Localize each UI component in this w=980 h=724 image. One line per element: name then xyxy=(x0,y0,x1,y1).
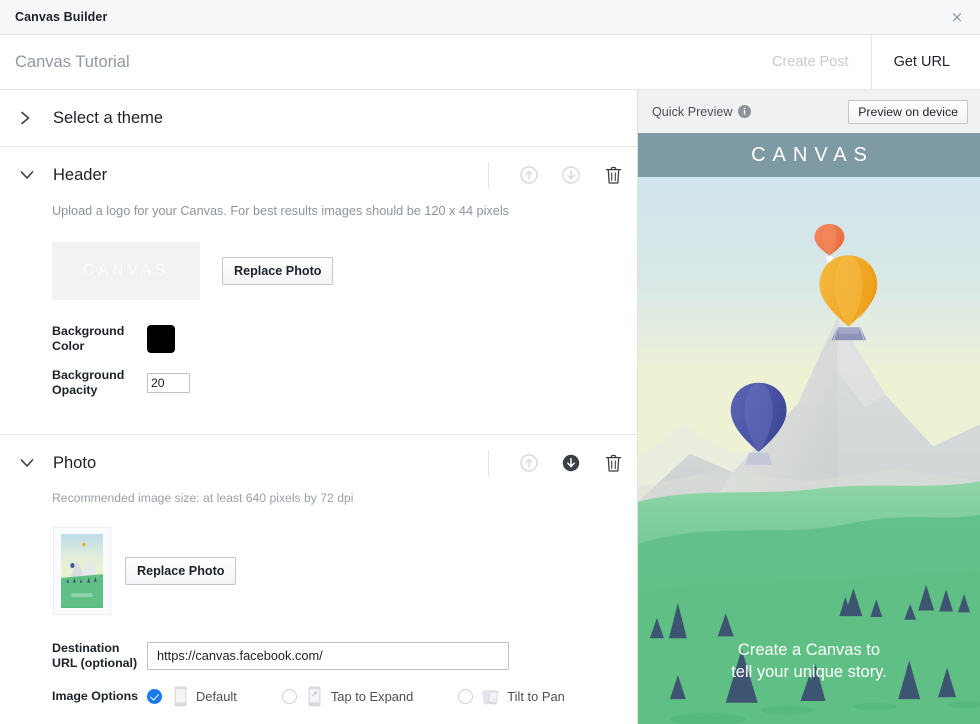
create-post-button[interactable]: Create Post xyxy=(750,35,871,89)
header-hint-text: Upload a logo for your Canvas. For best … xyxy=(52,204,509,218)
quick-preview-title: Quick Preview xyxy=(652,104,733,119)
radio-tilt-to-pan[interactable] xyxy=(458,688,474,704)
background-opacity-input[interactable] xyxy=(147,372,190,393)
destination-url-input[interactable] xyxy=(147,641,509,670)
quick-preview-header: Quick Preview Preview on device xyxy=(638,90,980,133)
logo-upload-row: CANVAS Replace Photo xyxy=(52,241,617,300)
section-title-photo: Photo xyxy=(53,453,97,472)
section-header-header[interactable]: Header xyxy=(0,147,637,203)
section-tools-header xyxy=(488,162,623,188)
document-title: Canvas Tutorial xyxy=(15,52,130,71)
image-option-default[interactable]: Default xyxy=(147,685,237,707)
canvas-preview: CANVAS Create a Canvas to tell your uniq… xyxy=(638,133,980,724)
background-color-row: Background Color xyxy=(52,324,617,354)
builder-left-pane: Select a theme Header Upload a logo for … xyxy=(0,90,637,724)
canvas-scene-illustration xyxy=(638,177,980,724)
image-option-tap-to-expand[interactable]: Tap to Expand xyxy=(281,685,414,707)
chevron-down-icon[interactable] xyxy=(20,457,42,469)
background-opacity-row: Background Opacity xyxy=(52,368,617,398)
image-options-row: Image Options Default Tap to Expand Tilt… xyxy=(52,685,617,707)
section-header-photo[interactable]: Photo xyxy=(0,435,637,491)
background-opacity-label: Background Opacity xyxy=(52,367,125,397)
window-titlebar: Canvas Builder × xyxy=(0,0,980,35)
builder-body: Select a theme Header Upload a logo for … xyxy=(0,90,980,724)
move-up-icon[interactable] xyxy=(519,453,539,473)
section-header: Header Upload a logo for your Canvas. Fo… xyxy=(0,147,637,435)
image-option-label-default: Default xyxy=(196,688,237,704)
section-tools-photo xyxy=(488,450,623,476)
logo-placeholder-text: CANVAS xyxy=(82,261,170,279)
photo-thumbnail[interactable] xyxy=(53,526,111,615)
background-color-swatch[interactable] xyxy=(147,324,175,353)
window-title: Canvas Builder xyxy=(15,10,108,24)
phone-expand-icon xyxy=(306,685,324,707)
image-options-label: Image Options xyxy=(52,688,139,703)
section-header-theme[interactable]: Select a theme xyxy=(0,90,637,146)
info-icon[interactable] xyxy=(738,105,752,118)
chevron-right-icon[interactable] xyxy=(20,111,42,125)
tool-divider xyxy=(488,162,489,188)
move-down-icon[interactable] xyxy=(561,453,581,473)
phone-icon xyxy=(171,685,189,707)
radio-default[interactable] xyxy=(147,688,162,704)
photo-thumbnail-row: Replace Photo xyxy=(53,526,617,615)
delete-icon[interactable] xyxy=(603,165,623,185)
image-option-label-tap-to-expand: Tap to Expand xyxy=(330,688,414,704)
move-down-icon[interactable] xyxy=(561,165,581,185)
get-url-button[interactable]: Get URL xyxy=(870,35,980,89)
toolbar-actions: Create Post Get URL xyxy=(750,35,980,89)
move-up-icon[interactable] xyxy=(519,165,539,185)
replace-logo-button[interactable]: Replace Photo xyxy=(222,256,334,285)
destination-url-label: Destination URL (optional) xyxy=(52,640,138,670)
replace-photo-button[interactable]: Replace Photo xyxy=(125,556,237,585)
photo-thumbnail-image xyxy=(61,533,103,608)
close-icon[interactable]: × xyxy=(948,8,966,26)
document-toolbar: Canvas Tutorial Create Post Get URL xyxy=(0,35,980,90)
background-color-label: Background Color xyxy=(52,323,125,353)
section-body-header: Upload a logo for your Canvas. For best … xyxy=(0,203,637,434)
section-body-photo: Recommended image size: at least 640 pix… xyxy=(0,491,637,724)
destination-url-row: Destination URL (optional) xyxy=(52,641,617,671)
image-option-tilt-to-pan[interactable]: Tilt to Pan xyxy=(458,685,565,707)
photo-hint-text: Recommended image size: at least 640 pix… xyxy=(52,491,354,505)
section-title-header: Header xyxy=(53,165,108,184)
preview-on-device-button[interactable]: Preview on device xyxy=(848,99,968,124)
phone-tilt-icon xyxy=(482,685,500,707)
section-select-a-theme: Select a theme xyxy=(0,90,637,147)
tool-divider xyxy=(488,450,489,476)
section-photo: Photo Recommended image size: at least 6… xyxy=(0,435,637,724)
logo-preview[interactable]: CANVAS xyxy=(52,241,200,300)
quick-preview-pane: Quick Preview Preview on device CANVAS C… xyxy=(637,90,980,724)
radio-tap-to-expand[interactable] xyxy=(281,688,297,704)
canvas-banner: CANVAS xyxy=(638,133,980,177)
image-option-label-tilt-to-pan: Tilt to Pan xyxy=(507,688,565,704)
chevron-down-icon[interactable] xyxy=(20,169,42,181)
section-title-theme: Select a theme xyxy=(53,108,164,127)
delete-icon[interactable] xyxy=(603,453,623,473)
canvas-banner-text: CANVAS xyxy=(751,143,874,166)
